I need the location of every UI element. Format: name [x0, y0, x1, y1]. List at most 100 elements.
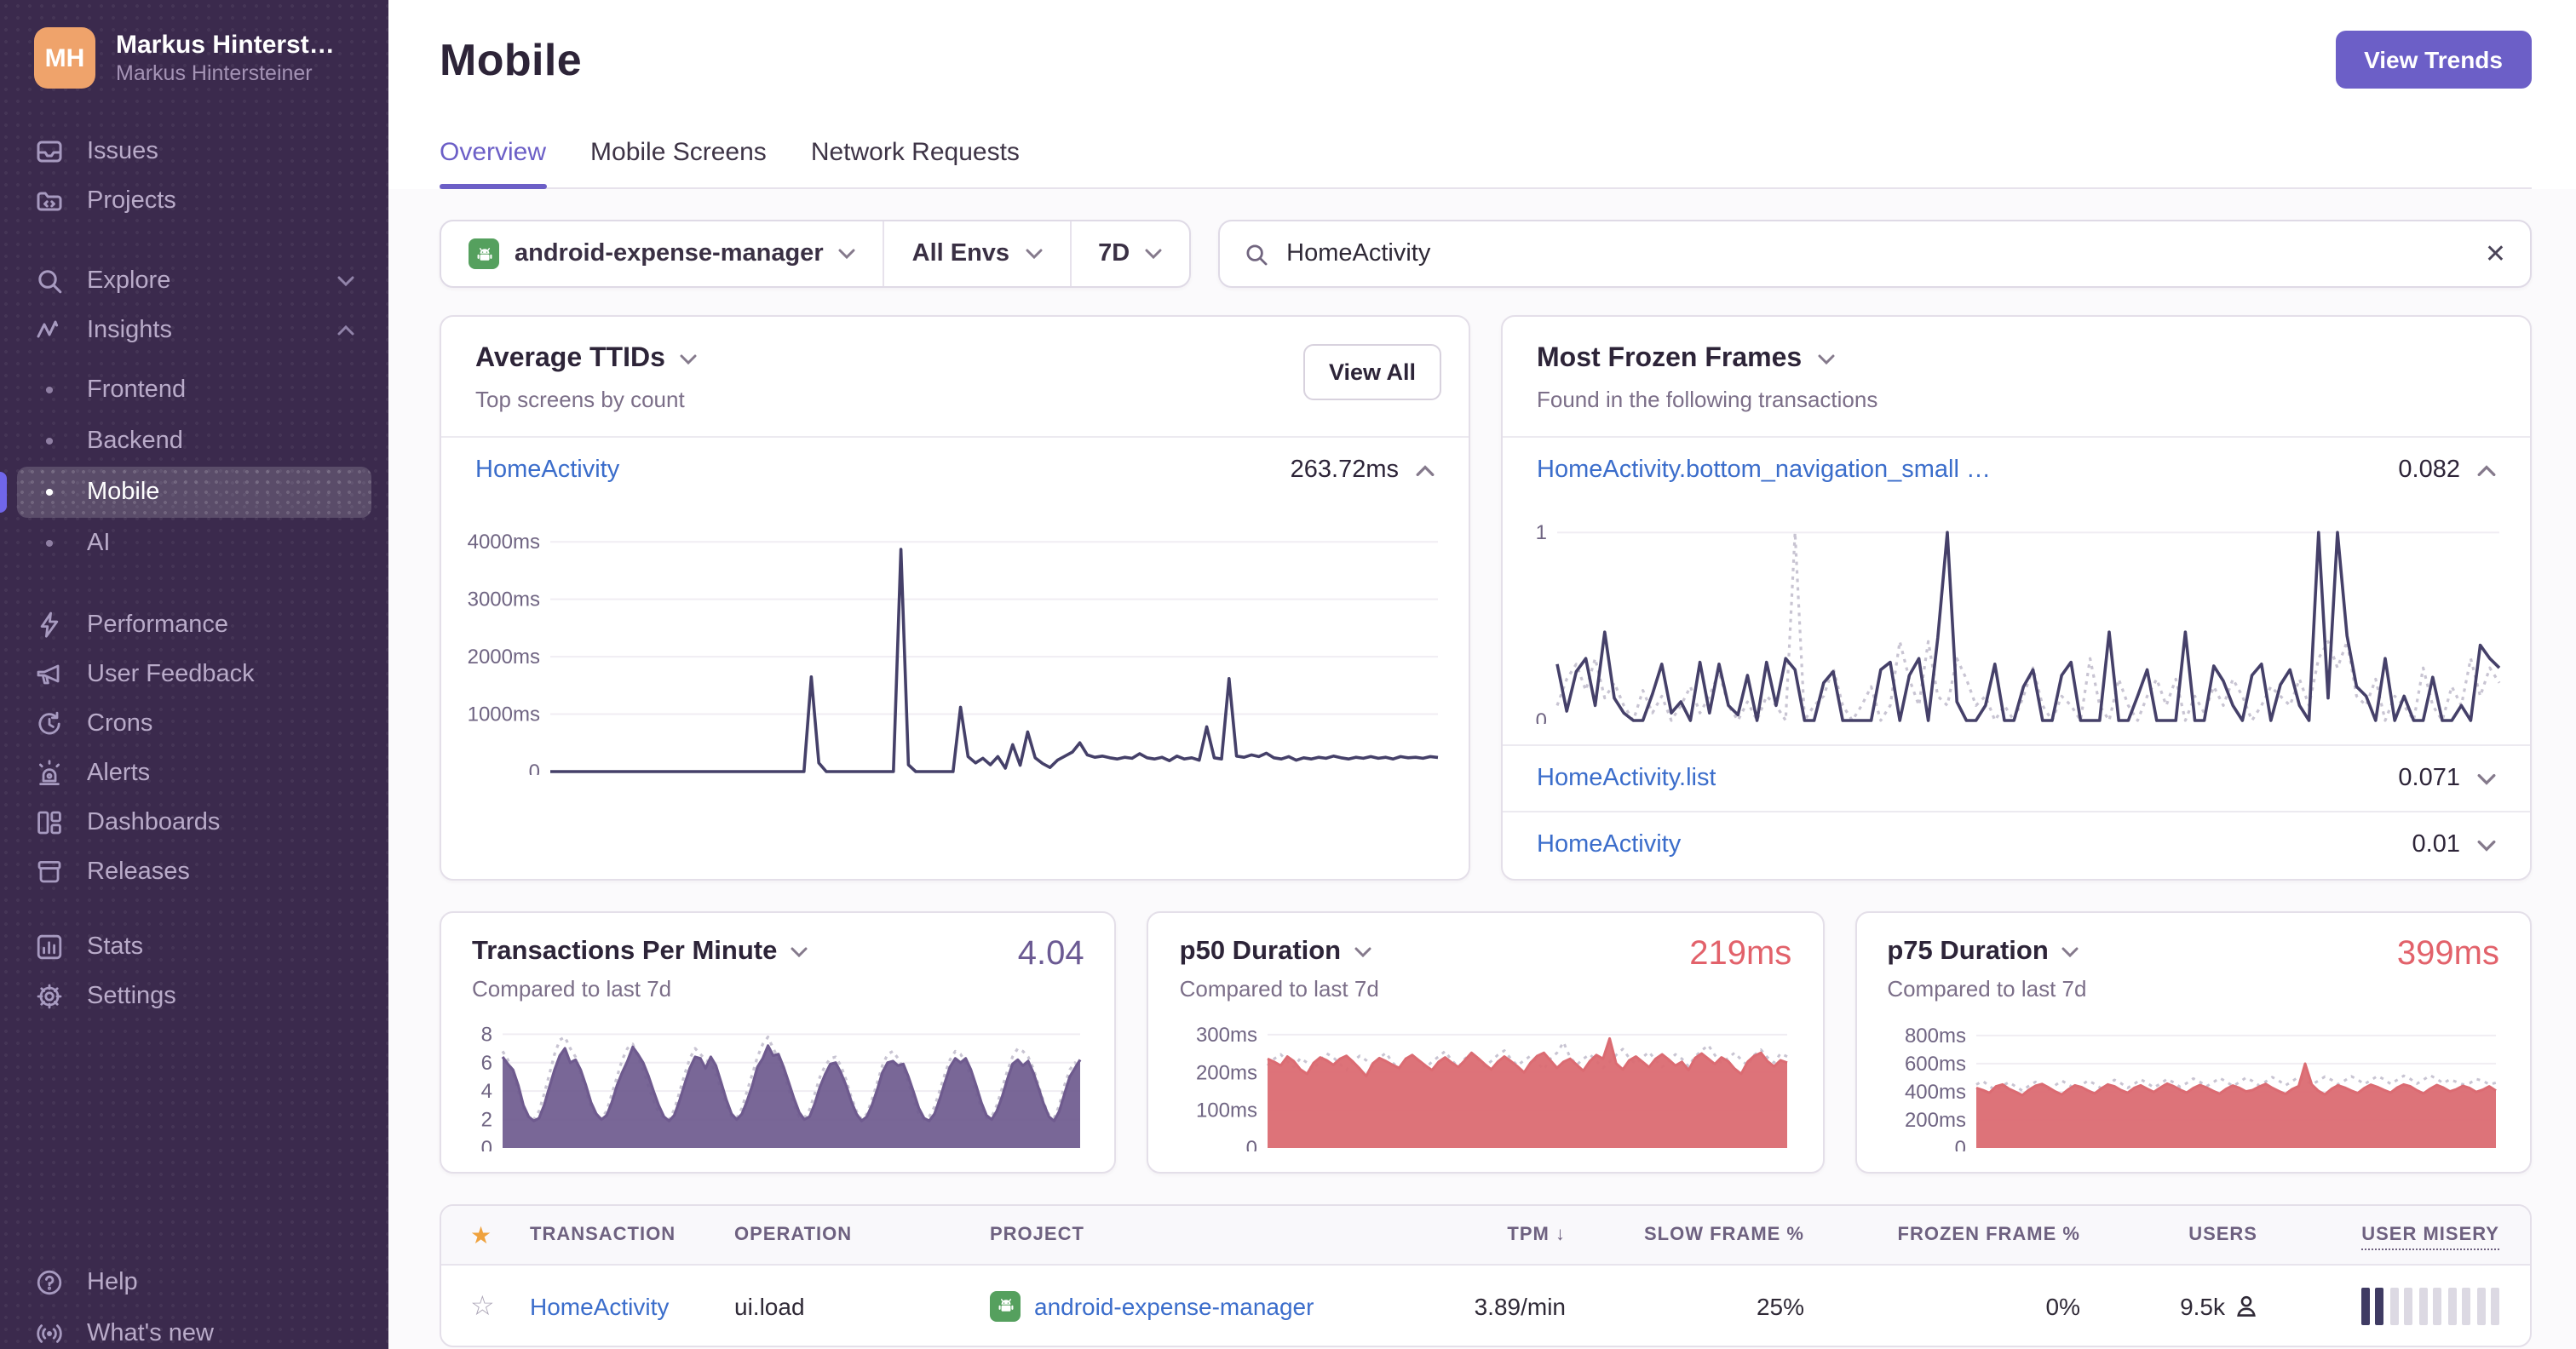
chevron-down-icon — [1145, 249, 1162, 259]
sidebar-item-explore[interactable]: Explore — [0, 255, 388, 305]
star-column-header[interactable]: ★ — [441, 1220, 520, 1249]
col-slow-frame[interactable]: SLOW FRAME % — [1596, 1225, 1835, 1245]
misery-bar-segment — [2389, 1287, 2398, 1324]
user-org: Markus Hintersteiner — [116, 61, 313, 86]
sidebar-item-stats[interactable]: Stats — [0, 921, 388, 971]
average-ttids-card: Average TTIDs Top screens by count View … — [440, 315, 1470, 881]
p50-duration-card: p50 Duration 219ms Compared to last 7d 3… — [1147, 911, 1825, 1174]
sidebar-item-projects[interactable]: Projects — [0, 175, 388, 225]
tab-overview[interactable]: Overview — [440, 138, 546, 189]
sidebar-item-issues[interactable]: Issues — [0, 126, 388, 175]
col-transaction[interactable]: TRANSACTION — [520, 1225, 724, 1245]
tpm-title[interactable]: Transactions Per Minute — [472, 937, 1084, 967]
project-filter[interactable]: android-expense-manager — [441, 221, 883, 286]
svg-text:200ms: 200ms — [1904, 1109, 1965, 1132]
sidebar-item-performance[interactable]: Performance — [0, 600, 388, 649]
sidebar-item-insights[interactable]: Insights — [0, 305, 388, 354]
sidebar-item-releases[interactable]: Releases — [0, 847, 388, 896]
transaction-link[interactable]: HomeActivity — [1537, 831, 1681, 858]
sidebar-item-help[interactable]: Help — [0, 1257, 388, 1308]
bullet-icon: • — [44, 376, 55, 405]
svg-text:300ms: 300ms — [1197, 1024, 1258, 1047]
ttid-transaction-row[interactable]: HomeActivity 263.72ms — [441, 436, 1469, 502]
transaction-link[interactable]: HomeActivity.list — [1537, 765, 1716, 792]
p75-chart: 800ms 600ms 400ms 200ms 0 — [1887, 1019, 2499, 1151]
transaction-link[interactable]: HomeActivity — [530, 1292, 669, 1319]
chevron-down-icon[interactable] — [2477, 772, 2496, 784]
misery-bar-segment — [2418, 1287, 2427, 1324]
chevron-up-icon[interactable] — [1416, 464, 1435, 476]
sidebar: MH Markus Hinterst… Markus Hintersteiner… — [0, 0, 388, 1349]
avatar: MH — [34, 27, 95, 89]
sidebar-item-label: What's new — [87, 1320, 214, 1347]
chevron-up-icon[interactable] — [2477, 464, 2496, 476]
project-cell: android-expense-manager — [980, 1290, 1406, 1321]
sidebar-item-crons[interactable]: Crons — [0, 698, 388, 748]
bullet-icon: • — [44, 529, 55, 558]
col-tpm[interactable]: TPM ↓ — [1406, 1225, 1596, 1245]
filter-bar: android-expense-manager All Envs 7D Home… — [440, 220, 2532, 288]
project-link[interactable]: android-expense-manager — [1034, 1292, 1314, 1319]
gear-icon — [34, 980, 65, 1011]
sidebar-item-mobile[interactable]: • Mobile — [0, 467, 371, 518]
sidebar-item-user-feedback[interactable]: User Feedback — [0, 649, 388, 698]
search-input[interactable]: HomeActivity ✕ — [1218, 220, 2532, 288]
sidebar-item-dashboards[interactable]: Dashboards — [0, 797, 388, 847]
clear-search-icon[interactable]: ✕ — [2485, 238, 2506, 269]
frozen-value: 0.082 — [2398, 456, 2460, 484]
sidebar-item-whats-new[interactable]: What's new — [0, 1308, 388, 1349]
insights-subnav: • Frontend • Backend • Mobile • AI — [0, 365, 388, 569]
svg-text:3000ms: 3000ms — [468, 588, 540, 611]
sidebar-item-label: Alerts — [87, 759, 151, 786]
sidebar-item-ai[interactable]: • AI — [0, 518, 388, 569]
sidebar-item-alerts[interactable]: Alerts — [0, 748, 388, 797]
misery-bar-segment — [2447, 1287, 2456, 1324]
col-users[interactable]: USERS — [2111, 1225, 2288, 1245]
chevron-up-icon — [337, 324, 354, 335]
user-info: Markus Hinterst… Markus Hintersteiner — [116, 30, 335, 86]
env-filter[interactable]: All Envs — [883, 221, 1069, 286]
chevron-down-icon — [791, 947, 808, 957]
misery-bar-segment — [2375, 1287, 2383, 1324]
frozen-row-2[interactable]: HomeActivity.list 0.071 — [1503, 744, 2530, 811]
frozen-value: 0.01 — [2412, 831, 2460, 858]
frozen-frames-title[interactable]: Most Frozen Frames — [1537, 344, 2496, 375]
misery-bar-segment — [2491, 1287, 2499, 1324]
tab-mobile-screens[interactable]: Mobile Screens — [590, 138, 767, 187]
sidebar-item-label: Crons — [87, 709, 153, 737]
col-project[interactable]: PROJECT — [980, 1225, 1406, 1245]
svg-text:800ms: 800ms — [1904, 1025, 1965, 1048]
help-icon — [34, 1267, 65, 1298]
star-toggle[interactable]: ☆ — [441, 1289, 520, 1323]
transaction-link[interactable]: HomeActivity — [475, 456, 619, 484]
user-menu[interactable]: MH Markus Hinterst… Markus Hintersteiner — [0, 27, 388, 89]
date-range-filter[interactable]: 7D — [1069, 221, 1189, 286]
col-operation[interactable]: OPERATION — [724, 1225, 980, 1245]
sidebar-item-label: Settings — [87, 982, 176, 1009]
col-user-misery[interactable]: USER MISERY — [2288, 1225, 2530, 1250]
chevron-down-icon — [1354, 947, 1371, 957]
project-filter-value: android-expense-manager — [515, 240, 824, 267]
chevron-down-icon[interactable] — [2477, 839, 2496, 851]
view-all-button[interactable]: View All — [1302, 344, 1441, 400]
user-name: Markus Hinterst… — [116, 30, 335, 60]
sidebar-item-backend[interactable]: • Backend — [0, 416, 388, 467]
bullet-icon: • — [44, 427, 55, 456]
view-trends-button[interactable]: View Trends — [2335, 31, 2532, 89]
transaction-link[interactable]: HomeActivity.bottom_navigation_small … — [1537, 456, 1991, 484]
tab-network-requests[interactable]: Network Requests — [811, 138, 1020, 187]
misery-bar-segment — [2433, 1287, 2441, 1324]
transactions-table: ★ TRANSACTION OPERATION PROJECT TPM ↓ SL… — [440, 1204, 2532, 1347]
sidebar-item-settings[interactable]: Settings — [0, 971, 388, 1020]
clock-icon — [34, 708, 65, 738]
sidebar-item-label: Releases — [87, 858, 190, 885]
svg-text:100ms: 100ms — [1197, 1099, 1258, 1122]
sidebar-item-frontend[interactable]: • Frontend — [0, 365, 388, 416]
active-indicator — [0, 472, 7, 513]
top-cards-row: Average TTIDs Top screens by count View … — [440, 315, 2532, 881]
frozen-row-3[interactable]: HomeActivity 0.01 — [1503, 811, 2530, 877]
col-frozen-frame[interactable]: FROZEN FRAME % — [1835, 1225, 2111, 1245]
average-ttids-title[interactable]: Average TTIDs — [475, 344, 1435, 375]
tpm-cell: 3.89/min — [1474, 1292, 1566, 1319]
frozen-row-1[interactable]: HomeActivity.bottom_navigation_small … 0… — [1503, 436, 2530, 502]
